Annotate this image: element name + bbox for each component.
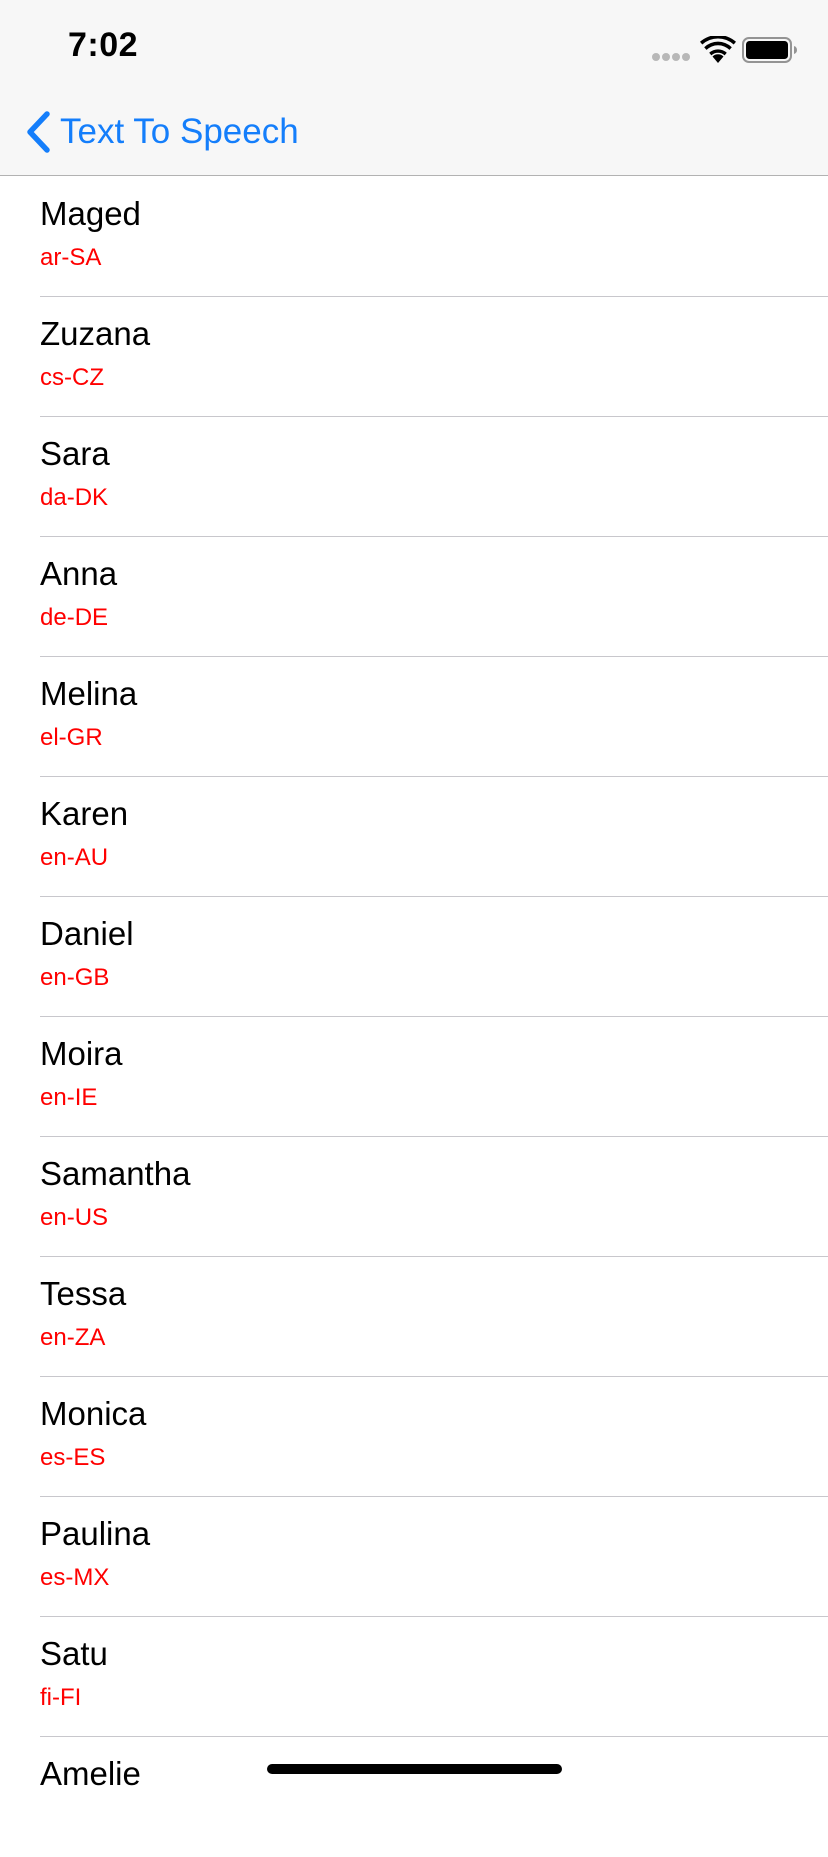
voice-name: Moira <box>40 1035 123 1072</box>
voice-name: Samantha <box>40 1155 191 1192</box>
voice-name: Monica <box>40 1395 147 1432</box>
voice-row[interactable]: Moira en-IE <box>0 1017 828 1137</box>
voice-row[interactable]: Monica es-ES <box>0 1377 828 1497</box>
voice-name: Paulina <box>40 1515 151 1552</box>
voice-name: Sara <box>40 435 110 472</box>
voice-name: Karen <box>40 795 129 832</box>
voice-language-code: en-ZA <box>40 1324 106 1351</box>
voice-name: Melina <box>40 675 138 712</box>
voice-row[interactable]: Maged ar-SA <box>0 177 828 297</box>
status-time: 7:02 <box>68 26 139 64</box>
back-button[interactable]: Text To Speech <box>24 108 299 156</box>
voice-row[interactable]: Tessa en-ZA <box>0 1257 828 1377</box>
chevron-left-icon <box>27 111 50 153</box>
voice-language-code: ar-SA <box>40 244 102 271</box>
wifi-icon <box>700 36 736 63</box>
voice-language-code: fi-FI <box>40 1684 82 1711</box>
voice-language-code: cs-CZ <box>40 364 104 391</box>
voice-row[interactable]: Daniel en-GB <box>0 897 828 1017</box>
voice-row[interactable]: Zuzana cs-CZ <box>0 297 828 417</box>
voice-name: Daniel <box>40 915 134 952</box>
back-button-label: Text To Speech <box>60 112 299 151</box>
voice-list: Maged ar-SA Zuzana cs-CZ Sara da-DK Anna… <box>0 177 828 1857</box>
voice-row[interactable]: Samantha en-US <box>0 1137 828 1257</box>
voice-language-code: de-DE <box>40 604 109 631</box>
voice-language-code: da-DK <box>40 484 109 511</box>
voice-row[interactable]: Satu fi-FI <box>0 1617 828 1737</box>
status-bar: 7:02 <box>0 0 828 88</box>
voice-row[interactable]: Anna de-DE <box>0 537 828 657</box>
voice-language-code: en-GB <box>40 964 110 991</box>
voice-row[interactable]: Sara da-DK <box>0 417 828 537</box>
cellular-signal-icon <box>652 53 690 63</box>
navigation-bar: Text To Speech <box>0 88 828 176</box>
voice-name: Zuzana <box>40 315 151 352</box>
home-indicator[interactable] <box>267 1764 562 1774</box>
voice-row[interactable]: Paulina es-MX <box>0 1497 828 1617</box>
voice-name: Maged <box>40 195 141 232</box>
voice-name: Tessa <box>40 1275 127 1312</box>
voice-row[interactable]: Melina el-GR <box>0 657 828 777</box>
voice-language-code: en-US <box>40 1204 109 1231</box>
voice-name: Anna <box>40 555 118 592</box>
voice-language-code: en-AU <box>40 844 109 871</box>
voice-language-code: es-ES <box>40 1444 106 1471</box>
voice-name: Satu <box>40 1635 108 1672</box>
voice-language-code: en-IE <box>40 1084 98 1111</box>
battery-icon <box>742 37 797 63</box>
voice-name: Amelie <box>40 1755 141 1792</box>
voice-row[interactable]: Amelie <box>0 1737 828 1857</box>
voice-row[interactable]: Karen en-AU <box>0 777 828 897</box>
voice-language-code: es-MX <box>40 1564 110 1591</box>
voice-language-code: el-GR <box>40 724 103 751</box>
